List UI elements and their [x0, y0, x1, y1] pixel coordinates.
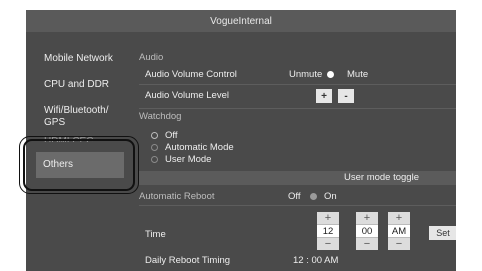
sidebar-item-cpu-ddr[interactable]: CPU and DDR — [44, 79, 109, 91]
watchdog-section-heading: Watchdog — [139, 111, 182, 122]
user-mode-toggle-bar[interactable]: User mode toggle — [139, 171, 456, 185]
minute-decrement-button[interactable]: − — [356, 238, 378, 250]
daily-reboot-timing-value: 12 : 00 AM — [293, 255, 339, 266]
settings-panel: Audio Audio Volume Control Unmute Mute A… — [139, 32, 456, 271]
volume-down-button[interactable]: - — [338, 89, 354, 103]
automatic-reboot-label: Automatic Reboot — [139, 191, 215, 202]
hour-value[interactable]: 12 — [317, 224, 339, 238]
audio-section-heading: Audio — [139, 52, 164, 63]
minute-stepper: + 00 − — [356, 212, 378, 250]
ampm-increment-button[interactable]: + — [388, 212, 410, 224]
audio-volume-level-label: Audio Volume Level — [145, 90, 229, 101]
app-title: VogueInternal — [26, 10, 456, 32]
set-time-button[interactable]: Set — [429, 226, 456, 240]
user-mode-toggle-label: User mode toggle — [344, 172, 419, 183]
app-screen: VogueInternal Mobile Network CPU and DDR… — [26, 10, 456, 271]
sidebar-item-others[interactable]: Others — [36, 152, 124, 178]
reboot-toggle-knob[interactable] — [310, 193, 317, 200]
sidebar: Mobile Network CPU and DDR Wifi/Bluetoot… — [26, 32, 136, 271]
watchdog-off-label[interactable]: Off — [165, 130, 178, 141]
sidebar-item-wifi-bluetooth-gps[interactable]: Wifi/Bluetooth/ GPS — [44, 105, 124, 129]
daily-reboot-timing-label: Daily Reboot Timing — [145, 255, 231, 266]
unmute-option-label[interactable]: Unmute — [289, 69, 322, 80]
divider — [139, 108, 456, 109]
audio-volume-control-label: Audio Volume Control — [145, 69, 237, 80]
minute-value[interactable]: 00 — [356, 224, 378, 238]
reboot-off-label[interactable]: Off — [288, 191, 301, 202]
sidebar-item-mobile-network[interactable]: Mobile Network — [44, 53, 113, 65]
hour-stepper: + 12 − — [317, 212, 339, 250]
mute-option-label[interactable]: Mute — [347, 69, 368, 80]
hour-increment-button[interactable]: + — [317, 212, 339, 224]
unmute-radio[interactable] — [327, 71, 334, 78]
divider — [139, 205, 456, 206]
ampm-value[interactable]: AM — [388, 224, 410, 238]
watchdog-automatic-radio[interactable] — [151, 144, 158, 151]
reboot-on-label[interactable]: On — [324, 191, 337, 202]
sidebar-item-hdmi-cec[interactable]: HDMI CEC — [44, 136, 93, 142]
watchdog-user-mode-label[interactable]: User Mode — [165, 154, 211, 165]
minute-increment-button[interactable]: + — [356, 212, 378, 224]
watchdog-user-mode-radio[interactable] — [151, 156, 158, 163]
watchdog-automatic-label[interactable]: Automatic Mode — [165, 142, 234, 153]
hour-decrement-button[interactable]: − — [317, 238, 339, 250]
volume-up-button[interactable]: + — [316, 89, 332, 103]
watchdog-off-radio[interactable] — [151, 132, 158, 139]
ampm-stepper: + AM − — [388, 212, 410, 250]
time-label: Time — [145, 229, 166, 240]
ampm-decrement-button[interactable]: − — [388, 238, 410, 250]
divider — [139, 84, 456, 85]
